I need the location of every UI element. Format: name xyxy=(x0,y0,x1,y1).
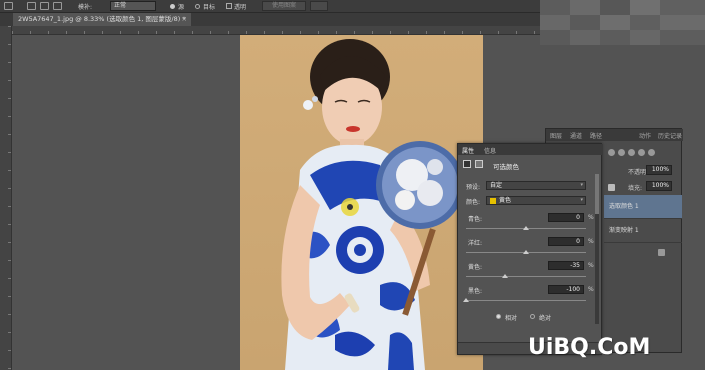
magenta-input[interactable]: 0 xyxy=(548,237,584,246)
filter-shape-icon[interactable] xyxy=(638,149,645,156)
tab-info[interactable]: 信息 xyxy=(484,146,496,155)
magenta-slider[interactable] xyxy=(466,250,586,254)
properties-panel: 属性 信息 可选颜色 预设: 自定 ▾ 颜色: 黄色 ▾ 青色: 0 % 洋红:… xyxy=(457,143,603,355)
tab-history[interactable]: 历史记录 xyxy=(658,131,682,140)
yellow-unit: % xyxy=(588,262,594,269)
chevron-down-icon: ▾ xyxy=(580,197,583,203)
filter-type-icon[interactable] xyxy=(628,149,635,156)
mask-icon[interactable] xyxy=(475,160,483,168)
absolute-label: 绝对 xyxy=(539,315,552,322)
properties-scrollbar[interactable] xyxy=(595,174,599,324)
layer-name: 渐变映射 1 xyxy=(609,227,639,234)
magenta-label: 洋红: xyxy=(468,240,483,247)
use-pattern-button[interactable]: 使用图案 xyxy=(262,1,306,11)
new-selection-icon[interactable] xyxy=(27,2,36,10)
chevron-down-icon: ▾ xyxy=(580,182,583,188)
mode-select[interactable]: 正常 xyxy=(110,1,156,11)
layer-settings-icon[interactable] xyxy=(658,249,665,256)
relative-radio[interactable] xyxy=(496,314,501,319)
transparent-label: 透明 xyxy=(234,4,247,11)
yellow-label: 黄色: xyxy=(468,264,483,271)
colors-label: 颜色: xyxy=(466,199,481,206)
yellow-slider[interactable] xyxy=(466,274,586,278)
panel-title: 可选颜色 xyxy=(493,163,519,171)
pixelated-region xyxy=(540,0,705,45)
opacity-input[interactable]: 100% xyxy=(646,165,672,175)
black-slider[interactable] xyxy=(463,298,586,302)
scrollbar-thumb[interactable] xyxy=(595,174,599,214)
relative-label: 相对 xyxy=(505,315,518,322)
source-label: 源 xyxy=(178,4,185,11)
adjustment-icon xyxy=(463,160,471,168)
lock-icon[interactable] xyxy=(608,184,615,191)
layer-row-selective-color[interactable]: 选取颜色 1 xyxy=(604,195,682,219)
close-tab-icon[interactable]: × xyxy=(182,13,187,26)
layer-name: 选取颜色 1 xyxy=(609,203,639,210)
preset-label: 预设: xyxy=(466,184,481,191)
slider-knob[interactable] xyxy=(523,250,529,254)
tab-properties[interactable]: 属性 xyxy=(462,146,474,155)
properties-tabs: 属性 信息 xyxy=(458,144,603,155)
photo-image xyxy=(281,39,464,370)
document-canvas[interactable] xyxy=(240,35,483,370)
colors-value: 黄色 xyxy=(499,197,512,204)
fill-input[interactable]: 100% xyxy=(646,181,672,191)
subtract-selection-icon[interactable] xyxy=(53,2,62,10)
cyan-input[interactable]: 0 xyxy=(548,213,584,222)
tab-actions[interactable]: 动作 xyxy=(639,131,651,140)
slider-knob[interactable] xyxy=(463,298,469,302)
tab-paths[interactable]: 路径 xyxy=(590,131,602,140)
cyan-label: 青色: xyxy=(468,216,483,223)
magenta-unit: % xyxy=(588,238,594,245)
layer-row-gradient-map[interactable]: 渐变映射 1 xyxy=(604,219,682,243)
cyan-unit: % xyxy=(588,214,594,221)
filter-pixel-icon[interactable] xyxy=(608,149,615,156)
watermark-logo: UiBQ.CoM xyxy=(528,335,651,360)
mode-label: 模补: xyxy=(78,4,93,11)
filter-adjust-icon[interactable] xyxy=(618,149,625,156)
document-title: 2W5A7647_1.jpg @ 8.33% (选取颜色 1, 图层蒙版/8) … xyxy=(18,15,186,23)
pattern-picker[interactable] xyxy=(310,1,328,11)
vertical-ruler[interactable] xyxy=(0,26,12,370)
transparent-checkbox[interactable] xyxy=(226,3,232,9)
color-swatch xyxy=(490,198,496,204)
target-label: 目标 xyxy=(203,4,216,11)
black-unit: % xyxy=(588,286,594,293)
layers-tabs: 图层 通道 路径 动作 历史记录 xyxy=(546,129,683,141)
preset-value: 自定 xyxy=(490,182,503,189)
cyan-slider[interactable] xyxy=(466,226,586,230)
absolute-radio[interactable] xyxy=(530,314,535,319)
slider-knob[interactable] xyxy=(523,226,529,230)
black-label: 黑色: xyxy=(468,288,483,295)
fill-label: 填充: xyxy=(628,185,643,192)
target-radio[interactable] xyxy=(195,4,200,9)
add-selection-icon[interactable] xyxy=(40,2,49,10)
tool-preset-icon[interactable] xyxy=(4,2,13,10)
document-tab[interactable]: 2W5A7647_1.jpg @ 8.33% (选取颜色 1, 图层蒙版/8) … xyxy=(13,13,191,26)
black-input[interactable]: -100 xyxy=(548,285,584,294)
tab-layers[interactable]: 图层 xyxy=(550,131,562,140)
yellow-input[interactable]: -35 xyxy=(548,261,584,270)
colors-select[interactable]: 黄色 ▾ xyxy=(486,196,586,205)
slider-knob[interactable] xyxy=(502,274,508,278)
preset-select[interactable]: 自定 ▾ xyxy=(486,181,586,190)
filter-smart-icon[interactable] xyxy=(648,149,655,156)
source-radio[interactable] xyxy=(170,4,175,9)
tab-channels[interactable]: 通道 xyxy=(570,131,582,140)
